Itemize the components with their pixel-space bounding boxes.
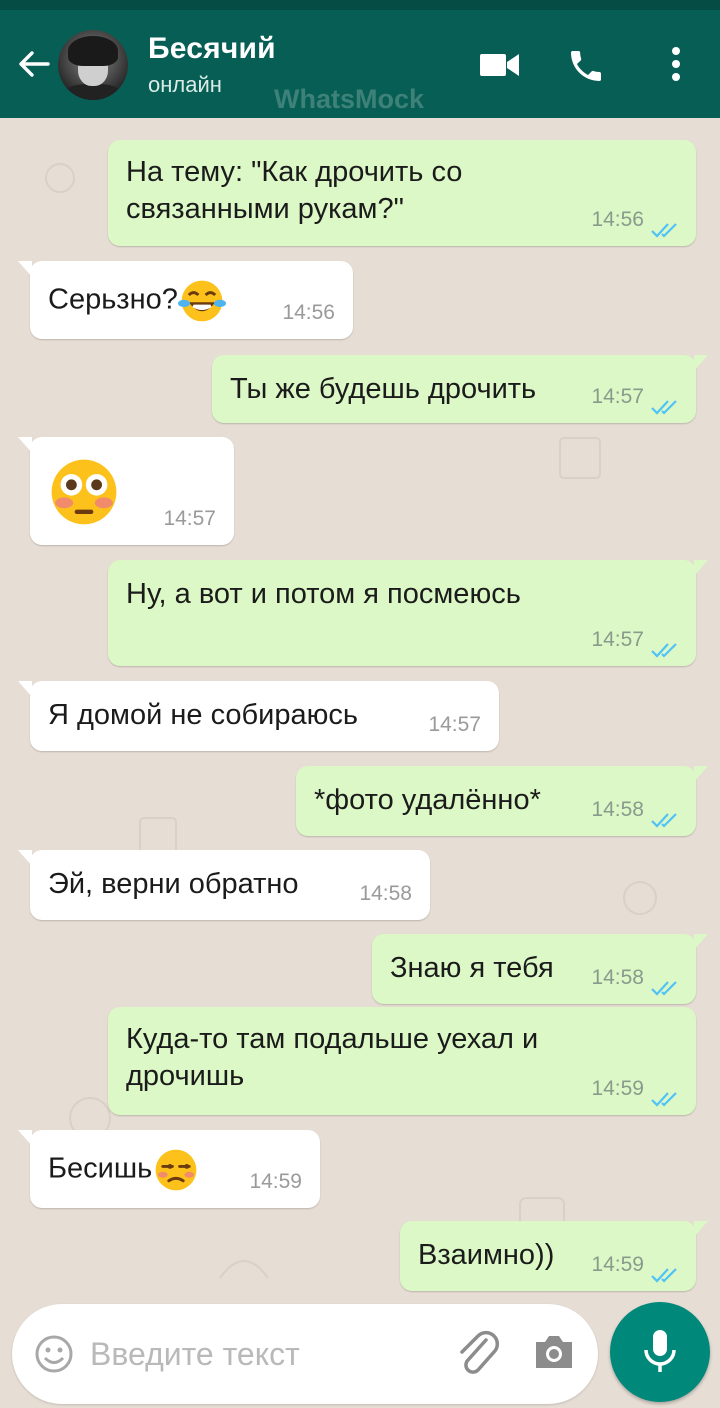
message-text xyxy=(48,451,120,531)
message-line xyxy=(48,451,120,531)
outgoing-message[interactable]: Взаимно)) 14:59 xyxy=(400,1221,708,1291)
attach-icon[interactable] xyxy=(456,1330,500,1378)
outgoing-message[interactable]: *фото удалённо* 14:58 xyxy=(296,766,708,836)
contact-name[interactable]: Бесячий xyxy=(148,32,276,66)
read-ticks-icon xyxy=(650,972,682,996)
read-ticks-icon xyxy=(650,391,682,415)
message-line: Куда-то там подальше уехал и xyxy=(126,1023,539,1055)
status-bar xyxy=(0,0,720,10)
message-composer[interactable]: Введите текст xyxy=(12,1304,598,1404)
mic-icon xyxy=(644,1330,676,1372)
back-arrow-icon[interactable] xyxy=(14,44,54,84)
incoming-message[interactable]: Бесишь 14:59 xyxy=(18,1130,320,1208)
message-line: Ну, а вот и потом я посмеюсь xyxy=(126,578,521,610)
message-time: 14:59 xyxy=(249,1170,302,1193)
message-text: Я домой не собираюсь xyxy=(48,697,358,734)
message-text: Ну, а вот и потом я посмеюсь xyxy=(126,576,521,613)
watermark: WhatsMock xyxy=(274,84,425,114)
chat-header: Бесячий онлайн WhatsMock xyxy=(0,10,720,118)
read-ticks-icon xyxy=(650,804,682,828)
message-text: *фото удалённо* xyxy=(314,782,541,819)
message-line: связанными рукам?" xyxy=(126,193,404,225)
outgoing-message[interactable]: Знаю я тебя 14:58 xyxy=(372,934,708,1004)
emoji-icon[interactable] xyxy=(34,1334,74,1374)
camera-icon[interactable] xyxy=(532,1332,576,1372)
message-time: 14:57 xyxy=(163,507,216,530)
message-text: Взаимно)) xyxy=(418,1237,554,1274)
incoming-message[interactable]: 14:57 xyxy=(18,437,234,545)
more-vert-icon[interactable] xyxy=(668,44,684,84)
outgoing-message[interactable]: На тему: "Как дрочить со связанными рукам… xyxy=(108,140,696,246)
outgoing-message[interactable]: Куда-то там подальше уехал и дрочишь 14:59 xyxy=(108,1007,696,1115)
message-text: Куда-то там подальше уехал и дрочишь xyxy=(126,1021,538,1095)
message-line: Я домой не собираюсь xyxy=(48,699,358,731)
message-time: 14:56 xyxy=(282,301,335,324)
message-time: 14:57 xyxy=(591,385,644,408)
chat-area[interactable]: На тему: "Как дрочить со связанными рукам… xyxy=(0,118,720,1298)
read-ticks-icon xyxy=(650,634,682,658)
message-line: Эй, верни обратно xyxy=(48,868,299,900)
contact-status: онлайн xyxy=(148,72,222,97)
laugh-emoji-icon xyxy=(177,280,226,322)
unamused-emoji-icon xyxy=(155,1149,197,1191)
message-time: 14:56 xyxy=(591,208,644,231)
message-line: Взаимно)) xyxy=(418,1239,555,1271)
flushed-emoji-icon xyxy=(51,459,117,525)
message-line: Знаю я тебя xyxy=(390,952,554,984)
read-ticks-icon xyxy=(650,1259,682,1283)
message-time: 14:57 xyxy=(591,628,644,651)
read-ticks-icon xyxy=(650,1083,682,1107)
message-text: Бесишь xyxy=(48,1146,200,1194)
incoming-message[interactable]: Серьзно? 14:56 xyxy=(18,261,353,339)
incoming-message[interactable]: Я домой не собираюсь 14:57 xyxy=(18,681,499,751)
message-time: 14:58 xyxy=(359,882,412,905)
message-text: На тему: "Как дрочить со связанными рукам… xyxy=(126,154,462,228)
message-time: 14:59 xyxy=(591,1077,644,1100)
message-time: 14:58 xyxy=(591,966,644,989)
message-line: Ты же будешь дрочить xyxy=(230,373,537,405)
phone-icon[interactable] xyxy=(566,46,606,86)
message-text: Ты же будешь дрочить xyxy=(230,371,536,408)
message-text: Серьзно? xyxy=(48,277,226,325)
message-time: 14:58 xyxy=(591,798,644,821)
message-text: Эй, верни обратно xyxy=(48,866,299,903)
outgoing-message[interactable]: Ты же будешь дрочить 14:57 xyxy=(212,355,708,423)
message-time: 14:59 xyxy=(591,1253,644,1276)
avatar[interactable] xyxy=(58,30,128,100)
message-line: дрочишь xyxy=(126,1060,245,1092)
incoming-message[interactable]: Эй, верни обратно 14:58 xyxy=(18,850,430,920)
message-time: 14:57 xyxy=(428,713,481,736)
message-input[interactable]: Введите текст xyxy=(90,1336,300,1373)
outgoing-message[interactable]: Ну, а вот и потом я посмеюсь 14:57 xyxy=(108,560,708,666)
mic-button[interactable] xyxy=(610,1302,710,1402)
video-call-icon[interactable] xyxy=(480,52,520,78)
message-line: *фото удалённо* xyxy=(314,784,541,816)
read-ticks-icon xyxy=(650,214,682,238)
message-line: Бесишь xyxy=(48,1146,200,1194)
message-text: Знаю я тебя xyxy=(390,950,554,987)
message-line: На тему: "Как дрочить со xyxy=(126,156,463,188)
message-line: Серьзно? xyxy=(48,277,226,325)
